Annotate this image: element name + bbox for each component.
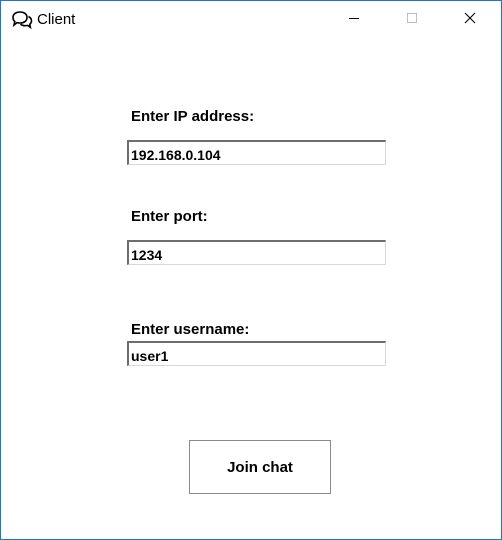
username-input[interactable] bbox=[127, 341, 386, 366]
port-input[interactable] bbox=[127, 240, 386, 265]
close-icon bbox=[464, 11, 476, 29]
minimize-icon bbox=[348, 11, 360, 29]
form-area: Enter IP address: Enter port: Enter user… bbox=[1, 38, 501, 539]
maximize-button[interactable] bbox=[389, 1, 435, 38]
ip-address-label: Enter IP address: bbox=[131, 108, 255, 125]
client-window: Client Enter IP address: Enter port: E bbox=[0, 0, 502, 540]
title-bar[interactable]: Client bbox=[1, 1, 501, 38]
ip-address-input[interactable] bbox=[127, 140, 386, 165]
minimize-button[interactable] bbox=[331, 1, 377, 38]
chat-bubbles-icon bbox=[11, 10, 33, 30]
join-chat-button[interactable]: Join chat bbox=[189, 440, 331, 494]
window-title: Client bbox=[37, 11, 76, 28]
maximize-icon bbox=[406, 11, 418, 29]
port-label: Enter port: bbox=[131, 208, 208, 225]
username-label: Enter username: bbox=[131, 321, 250, 338]
close-button[interactable] bbox=[447, 1, 493, 38]
